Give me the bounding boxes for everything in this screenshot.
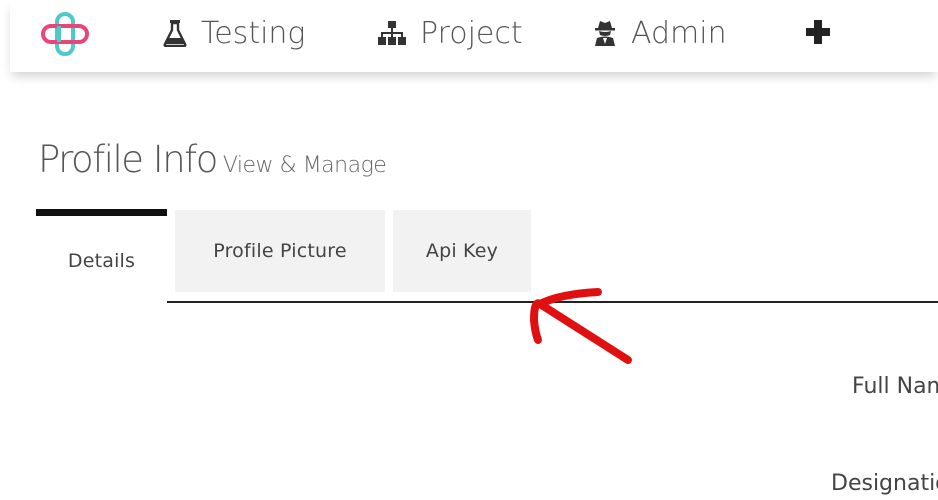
plus-icon[interactable] bbox=[803, 17, 833, 47]
top-navbar: Testing Project Admin bbox=[10, 0, 938, 72]
nav-item-testing[interactable]: Testing bbox=[163, 12, 305, 54]
full-name-label: Full Name bbox=[852, 374, 938, 399]
tab-details[interactable]: Details bbox=[36, 216, 167, 306]
page-heading: Profile Info View & Manage bbox=[38, 138, 387, 181]
page-subtitle: View & Manage bbox=[222, 153, 387, 178]
page-title: Profile Info bbox=[38, 138, 218, 181]
sitemap-icon bbox=[378, 20, 406, 46]
active-tab-indicator bbox=[36, 209, 167, 216]
tab-label: Details bbox=[67, 250, 136, 272]
nav-item-project[interactable]: Project bbox=[378, 12, 523, 54]
user-secret-icon bbox=[593, 19, 617, 47]
flask-icon bbox=[163, 19, 187, 48]
tab-profile-picture[interactable]: Profile Picture bbox=[175, 210, 385, 292]
tab-label: Api Key bbox=[425, 240, 499, 262]
nav-item-label: Admin bbox=[631, 15, 727, 51]
nav-item-admin[interactable]: Admin bbox=[593, 12, 727, 54]
nav-item-label: Project bbox=[420, 15, 523, 51]
nav-item-label: Testing bbox=[201, 15, 306, 51]
tab-api-key[interactable]: Api Key bbox=[393, 210, 531, 292]
app-logo-icon[interactable] bbox=[38, 12, 94, 56]
tab-label: Profile Picture bbox=[213, 240, 347, 262]
annotation-arrow-icon bbox=[529, 288, 632, 364]
designation-label: Designation bbox=[831, 471, 938, 496]
